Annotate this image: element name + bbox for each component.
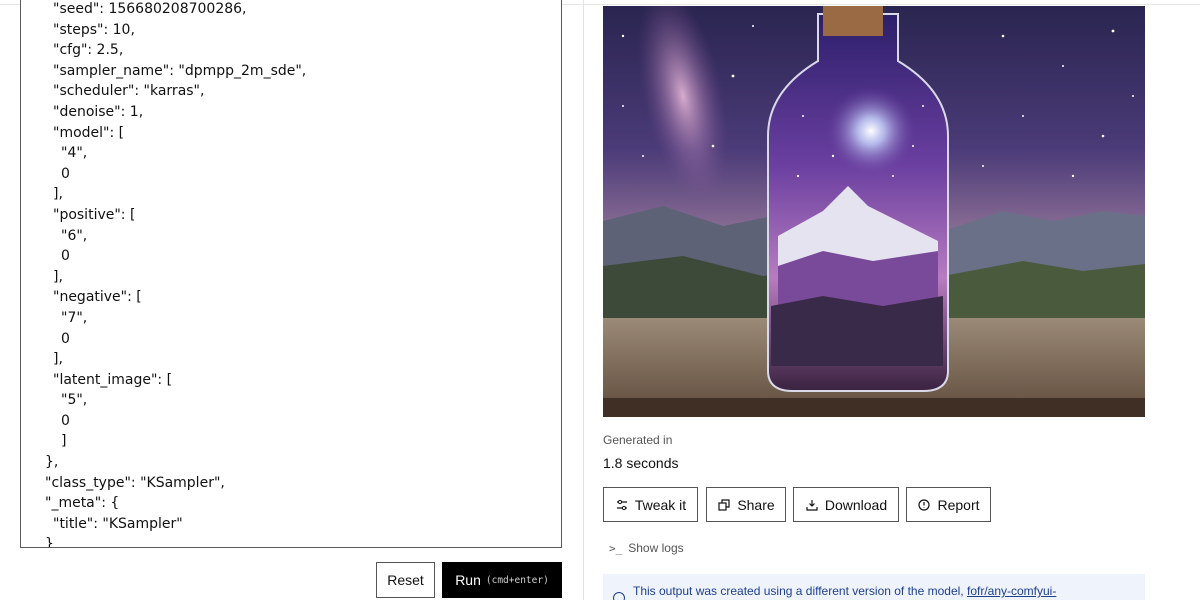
json-line: "negative": [	[53, 289, 142, 306]
show-logs-toggle[interactable]: >_ Show logs	[609, 541, 684, 555]
json-line: "model": [	[53, 124, 125, 141]
json-line: }	[45, 536, 54, 548]
run-button-label: Run	[455, 572, 481, 588]
terminal-icon: >_	[609, 541, 623, 555]
json-line: 0	[61, 330, 70, 347]
json-line: "class_type": "KSampler",	[45, 474, 225, 491]
tweak-it-label: Tweak it	[634, 496, 687, 513]
json-line: ],	[53, 268, 63, 285]
json-line: "latent_image": [	[53, 371, 173, 388]
json-line: "denoise": 1,	[53, 103, 144, 120]
json-line: },	[45, 454, 59, 471]
generated-in-label: Generated in	[603, 433, 673, 447]
json-input-editor[interactable]: "seed": 156680208700286, "steps": 10, "cfg…	[20, 0, 562, 548]
json-line: 0	[61, 412, 70, 429]
json-line: 0	[61, 165, 70, 182]
json-line: "7",	[61, 309, 88, 326]
json-line: ],	[53, 351, 63, 368]
json-line: "6",	[61, 227, 88, 244]
copy-icon	[717, 498, 731, 512]
download-button[interactable]: Download	[793, 487, 899, 522]
json-line: "positive": [	[53, 206, 136, 223]
json-line: "cfg": 2.5,	[53, 42, 124, 59]
json-line: "scheduler": "karras",	[53, 83, 205, 100]
json-line: "4",	[61, 145, 88, 162]
panel-divider	[583, 0, 584, 600]
tweak-it-button[interactable]: Tweak it	[603, 487, 698, 522]
alert-circle-icon	[917, 498, 931, 512]
json-line: "5",	[61, 392, 88, 409]
generated-in-value: 1.8 seconds	[603, 455, 679, 471]
bottle-galaxy-image	[603, 6, 1145, 417]
json-line: "title": "KSampler"	[53, 515, 183, 532]
json-code-lines: "seed": 156680208700286, "steps": 10, "cfg…	[45, 0, 307, 548]
json-line: 0	[61, 248, 70, 265]
sliders-icon	[615, 498, 629, 512]
json-line: ],	[53, 186, 63, 203]
json-line: "_meta": {	[45, 495, 120, 512]
run-button[interactable]: Run (cmd+enter)	[442, 562, 562, 598]
run-shortcut-hint: (cmd+enter)	[485, 574, 549, 586]
download-label: Download	[824, 496, 888, 513]
report-button[interactable]: Report	[906, 487, 991, 522]
json-line: ]	[61, 433, 67, 450]
info-icon	[613, 592, 625, 600]
json-line: "seed": 156680208700286,	[53, 1, 247, 17]
notice-text: This output was created using a differen…	[633, 584, 964, 598]
download-icon	[805, 498, 819, 512]
show-logs-label: Show logs	[628, 541, 684, 555]
share-button[interactable]: Share	[706, 487, 786, 522]
share-label: Share	[737, 496, 775, 513]
report-label: Report	[937, 496, 980, 513]
output-image[interactable]	[603, 6, 1145, 417]
model-version-link[interactable]: fofr/any-comfyui-	[967, 584, 1056, 598]
version-notice: This output was created using a differen…	[603, 574, 1145, 600]
json-line: "sampler_name": "dpmpp_2m_sde",	[53, 62, 307, 79]
reset-button[interactable]: Reset	[376, 562, 435, 598]
json-line: "steps": 10,	[53, 21, 135, 38]
